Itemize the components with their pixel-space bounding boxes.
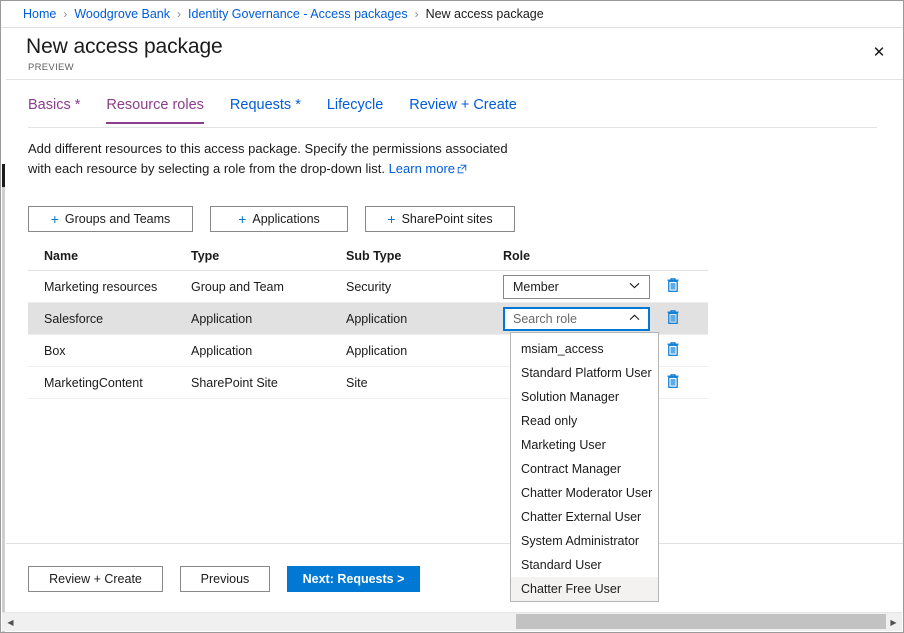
role-option-msiam-access[interactable]: msiam_access — [511, 337, 658, 361]
azure-portal-blade: Home › Woodgrove Bank › Identity Governa… — [0, 0, 904, 633]
column-header-type: Type — [191, 249, 346, 263]
cell-name: Marketing resources — [28, 280, 191, 294]
column-header-role: Role — [503, 249, 653, 263]
column-header-name: Name — [28, 249, 191, 263]
blade-left-accent — [2, 164, 5, 187]
tab-requests[interactable]: Requests * — [230, 97, 301, 124]
learn-more-link[interactable]: Learn more — [389, 161, 455, 176]
cell-type: Application — [191, 312, 346, 326]
trash-icon[interactable] — [666, 341, 680, 360]
role-option-standard-user[interactable]: Standard User — [511, 553, 658, 577]
trash-icon[interactable] — [666, 309, 680, 328]
cell-sub-type: Site — [346, 376, 503, 390]
role-option-contract-manager[interactable]: Contract Manager — [511, 457, 658, 481]
description-text: Add different resources to this access p… — [28, 139, 528, 180]
role-search-placeholder: Search role — [513, 312, 577, 326]
footer-divider — [6, 543, 903, 544]
breadcrumb-separator-icon: › — [177, 7, 181, 21]
role-option-system-administrator[interactable]: System Administrator — [511, 529, 658, 553]
role-option-chatter-free-user[interactable]: Chatter Free User — [511, 577, 658, 601]
next-requests-button[interactable]: Next: Requests > — [287, 566, 420, 592]
breadcrumb-item-new-access-package: New access package — [426, 7, 544, 21]
cell-type: SharePoint Site — [191, 376, 346, 390]
breadcrumb-separator-icon: › — [63, 7, 67, 21]
plus-icon: + — [387, 212, 395, 226]
blade-header: New access package PREVIEW ✕ — [6, 29, 903, 80]
table-row[interactable]: Salesforce Application Application Searc… — [28, 303, 708, 335]
breadcrumb-item-home[interactable]: Home — [23, 7, 56, 21]
cell-sub-type: Security — [346, 280, 503, 294]
plus-icon: + — [51, 212, 59, 226]
trash-icon[interactable] — [666, 373, 680, 392]
role-search-input-salesforce[interactable]: Search role — [503, 307, 650, 331]
role-select-value: Member — [513, 280, 559, 294]
page-title: New access package — [26, 35, 223, 59]
add-sharepoint-sites-label: SharePoint sites — [402, 212, 493, 226]
chevron-up-icon — [629, 314, 640, 323]
review-create-button[interactable]: Review + Create — [28, 566, 163, 592]
close-icon[interactable]: ✕ — [861, 34, 897, 70]
wizard-footer: Review + Create Previous Next: Requests … — [28, 566, 420, 592]
add-sharepoint-sites-button[interactable]: + SharePoint sites — [365, 206, 515, 232]
previous-button[interactable]: Previous — [180, 566, 270, 592]
tabs-divider — [28, 127, 877, 128]
breadcrumb: Home › Woodgrove Bank › Identity Governa… — [1, 1, 903, 28]
cell-role: Member — [503, 275, 653, 299]
scrollbar-thumb[interactable] — [516, 614, 886, 629]
cell-name: Box — [28, 344, 191, 358]
role-option-marketing-user[interactable]: Marketing User — [511, 433, 658, 457]
external-link-icon — [457, 160, 467, 180]
wizard-tabs: Basics * Resource roles Requests * Lifec… — [6, 97, 876, 127]
cell-delete — [653, 309, 703, 328]
tab-lifecycle[interactable]: Lifecycle — [327, 97, 383, 124]
role-select-marketing-resources[interactable]: Member — [503, 275, 650, 299]
cell-sub-type: Application — [346, 344, 503, 358]
resource-add-buttons: + Groups and Teams + Applications + Shar… — [28, 206, 515, 232]
table-row[interactable]: Marketing resources Group and Team Secur… — [28, 271, 708, 303]
breadcrumb-separator-icon: › — [415, 7, 419, 21]
add-applications-button[interactable]: + Applications — [210, 206, 348, 232]
cell-name: Salesforce — [28, 312, 191, 326]
horizontal-scrollbar[interactable]: ◀ ▶ — [2, 612, 902, 631]
cell-sub-type: Application — [346, 312, 503, 326]
cell-role: Search role — [503, 307, 653, 331]
plus-icon: + — [238, 212, 246, 226]
add-applications-label: Applications — [252, 212, 319, 226]
add-groups-and-teams-button[interactable]: + Groups and Teams — [28, 206, 193, 232]
role-option-read-only[interactable]: Read only — [511, 409, 658, 433]
cell-type: Application — [191, 344, 346, 358]
preview-badge: PREVIEW — [28, 62, 74, 73]
cell-delete — [653, 341, 703, 360]
trash-icon[interactable] — [666, 277, 680, 296]
role-dropdown-list: msiam_access Standard Platform User Solu… — [510, 332, 659, 602]
cell-delete — [653, 373, 703, 392]
breadcrumb-item-identity-governance[interactable]: Identity Governance - Access packages — [188, 7, 408, 21]
blade-left-rail — [2, 187, 5, 633]
cell-name: MarketingContent — [28, 376, 191, 390]
role-option-standard-platform-user[interactable]: Standard Platform User — [511, 361, 658, 385]
add-groups-and-teams-label: Groups and Teams — [65, 212, 170, 226]
cell-type: Group and Team — [191, 280, 346, 294]
role-option-chatter-moderator-user[interactable]: Chatter Moderator User — [511, 481, 658, 505]
tab-review-create[interactable]: Review + Create — [409, 97, 517, 124]
breadcrumb-item-woodgrove-bank[interactable]: Woodgrove Bank — [74, 7, 170, 21]
table-header-row: Name Type Sub Type Role — [28, 241, 708, 271]
tab-basics[interactable]: Basics * — [28, 97, 80, 124]
tab-resource-roles[interactable]: Resource roles — [106, 97, 204, 124]
column-header-sub-type: Sub Type — [346, 249, 503, 263]
role-option-solution-manager[interactable]: Solution Manager — [511, 385, 658, 409]
cell-delete — [653, 277, 703, 296]
scrollbar-track[interactable] — [19, 613, 885, 631]
role-option-chatter-external-user[interactable]: Chatter External User — [511, 505, 658, 529]
scroll-right-arrow-icon[interactable]: ▶ — [885, 613, 902, 631]
chevron-down-icon — [629, 282, 640, 291]
scroll-left-arrow-icon[interactable]: ◀ — [2, 613, 19, 631]
